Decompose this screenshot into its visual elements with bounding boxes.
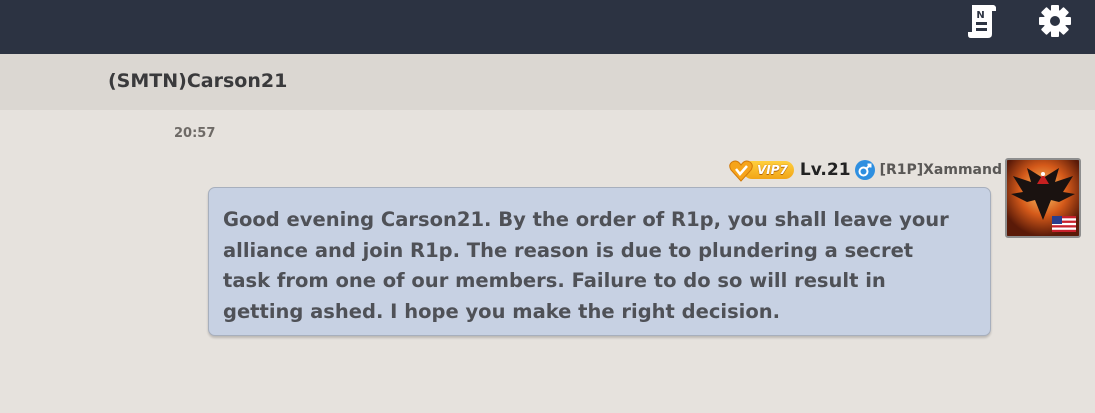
svg-text:N: N — [976, 10, 984, 21]
top-bar: N — [0, 0, 1095, 54]
message-timestamp: 20:57 — [174, 126, 216, 141]
sender-row: VIP7 Lv.21 [R1P]Xammand — [729, 157, 1002, 183]
message-text: Good evening Carson21. By the order of R… — [223, 208, 949, 323]
notice-scroll-icon: N — [968, 5, 996, 38]
sender-avatar[interactable] — [1005, 158, 1081, 238]
notice-scroll-button[interactable]: N — [965, 3, 1001, 39]
us-flag-icon — [1052, 216, 1076, 232]
male-icon — [854, 160, 875, 180]
level-label: Lv.21 — [799, 160, 851, 180]
conversation-header: (SMTN)Carson21 — [0, 54, 1095, 110]
sender-name[interactable]: [R1P]Xammand — [880, 162, 1002, 178]
message-bubble[interactable]: Good evening Carson21. By the order of R… — [208, 187, 991, 336]
settings-button[interactable] — [1037, 3, 1073, 39]
vip-heart-icon — [729, 160, 753, 182]
gear-icon — [1039, 5, 1071, 37]
vip-badge: VIP7 — [729, 160, 794, 182]
conversation-title: (SMTN)Carson21 — [108, 70, 288, 92]
